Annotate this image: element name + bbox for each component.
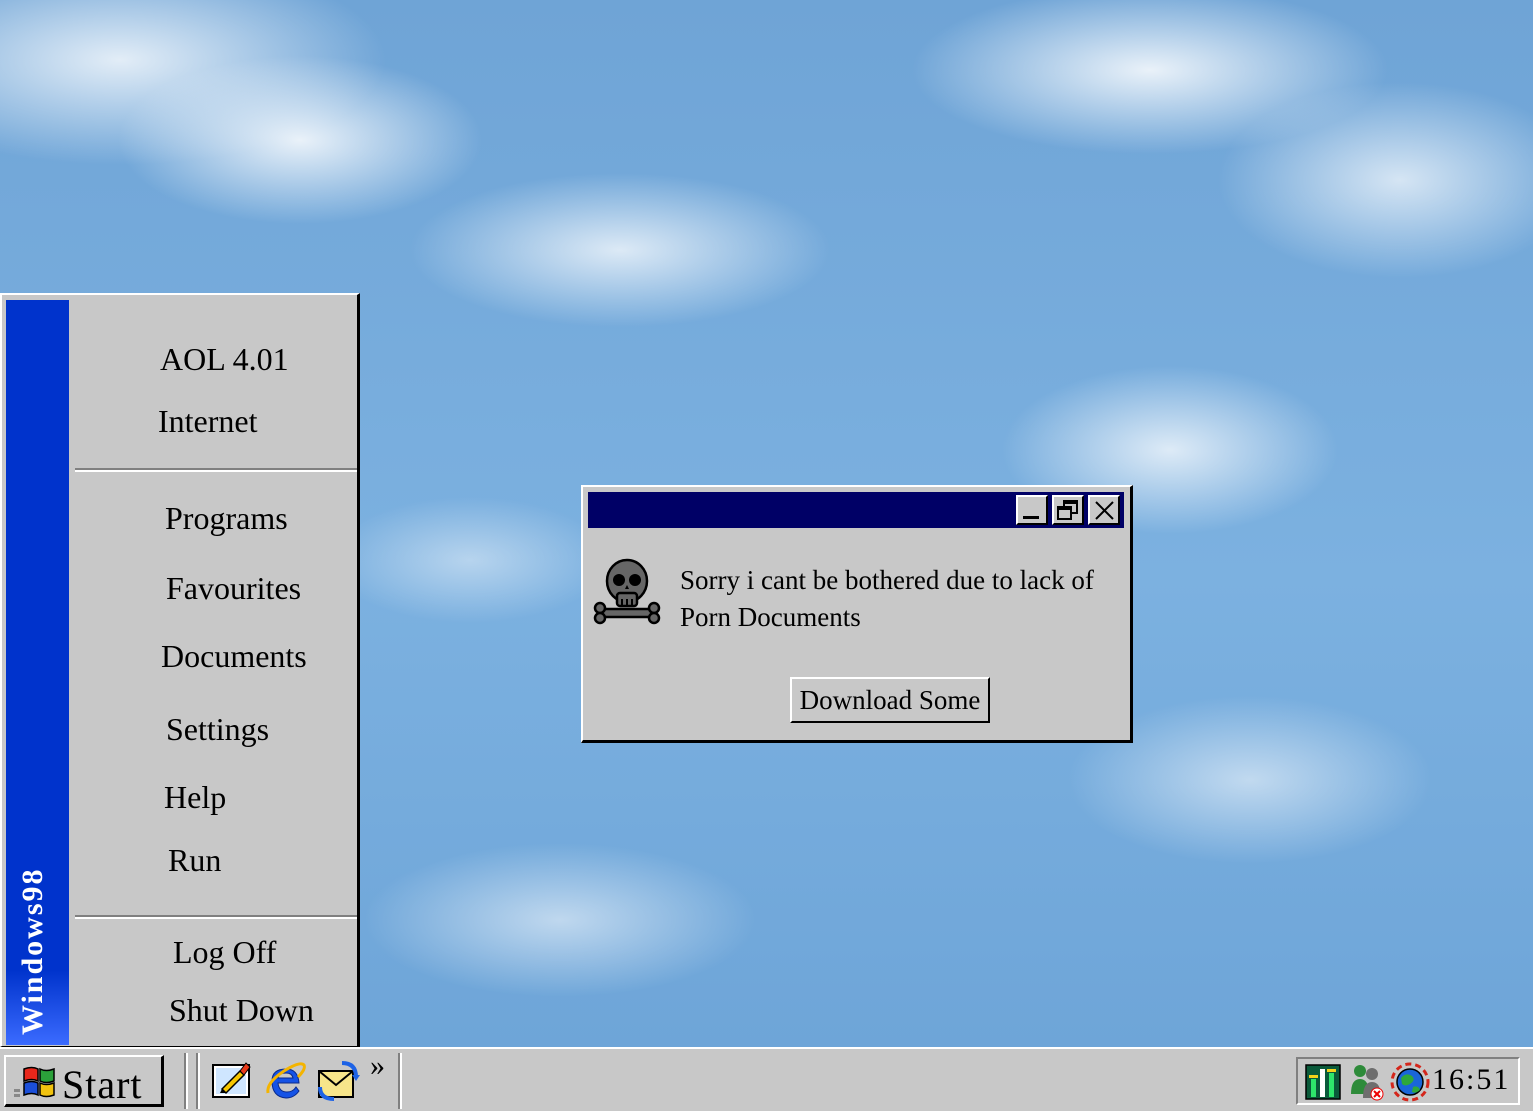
network-users-icon[interactable] (1348, 1062, 1386, 1107)
close-button[interactable] (1088, 495, 1120, 525)
internet-explorer-icon[interactable] (264, 1059, 308, 1103)
windows-logo-icon (14, 1066, 55, 1098)
restore-icon (1057, 500, 1078, 520)
start-menu-banner-label: Windows98 (16, 867, 49, 1035)
minimize-button[interactable] (1016, 495, 1048, 525)
system-tray: 16:51 (1296, 1057, 1520, 1105)
menu-separator (75, 468, 357, 472)
skull-crossbones-icon (591, 555, 663, 632)
restore-button[interactable] (1052, 495, 1084, 525)
error-dialog: Sorry i cant be bothered due to lack of … (581, 485, 1133, 743)
taskbar-divider (196, 1053, 200, 1109)
menu-item-log-off[interactable]: Log Off (173, 934, 276, 971)
dialog-titlebar[interactable] (588, 492, 1124, 528)
dialog-message: Sorry i cant be bothered due to lack of … (680, 565, 1094, 632)
menu-item-favourites[interactable]: Favourites (166, 570, 301, 607)
show-desktop-icon[interactable] (210, 1059, 254, 1103)
menu-separator (75, 915, 357, 919)
taskbar: Start » 16:51 (0, 1047, 1533, 1111)
start-menu-banner: Windows98 (6, 300, 69, 1045)
volume-meter-icon[interactable] (1304, 1063, 1342, 1106)
menu-item-run[interactable]: Run (168, 842, 221, 879)
taskbar-divider (398, 1053, 402, 1109)
taskbar-divider (184, 1053, 188, 1109)
download-some-button[interactable]: Download Some (790, 677, 990, 723)
menu-item-aol[interactable]: AOL 4.01 (160, 341, 289, 378)
outlook-express-icon[interactable] (316, 1059, 360, 1103)
menu-item-internet[interactable]: Internet (158, 403, 258, 440)
menu-item-programs[interactable]: Programs (165, 500, 288, 537)
menu-item-help[interactable]: Help (164, 779, 226, 816)
start-button[interactable]: Start (4, 1055, 164, 1107)
quick-launch-chevron[interactable]: » (370, 1049, 385, 1083)
start-label: Start (62, 1062, 143, 1107)
minimize-icon (1023, 516, 1039, 519)
start-menu: Windows98 AOL 4.01 Internet Programs Fav… (0, 293, 360, 1047)
menu-item-shut-down[interactable]: Shut Down (169, 992, 314, 1029)
close-icon (1095, 501, 1114, 520)
network-globe-icon[interactable] (1388, 1060, 1432, 1109)
menu-item-settings[interactable]: Settings (166, 711, 269, 748)
tray-clock[interactable]: 16:51 (1432, 1063, 1510, 1097)
menu-item-documents[interactable]: Documents (161, 638, 307, 675)
